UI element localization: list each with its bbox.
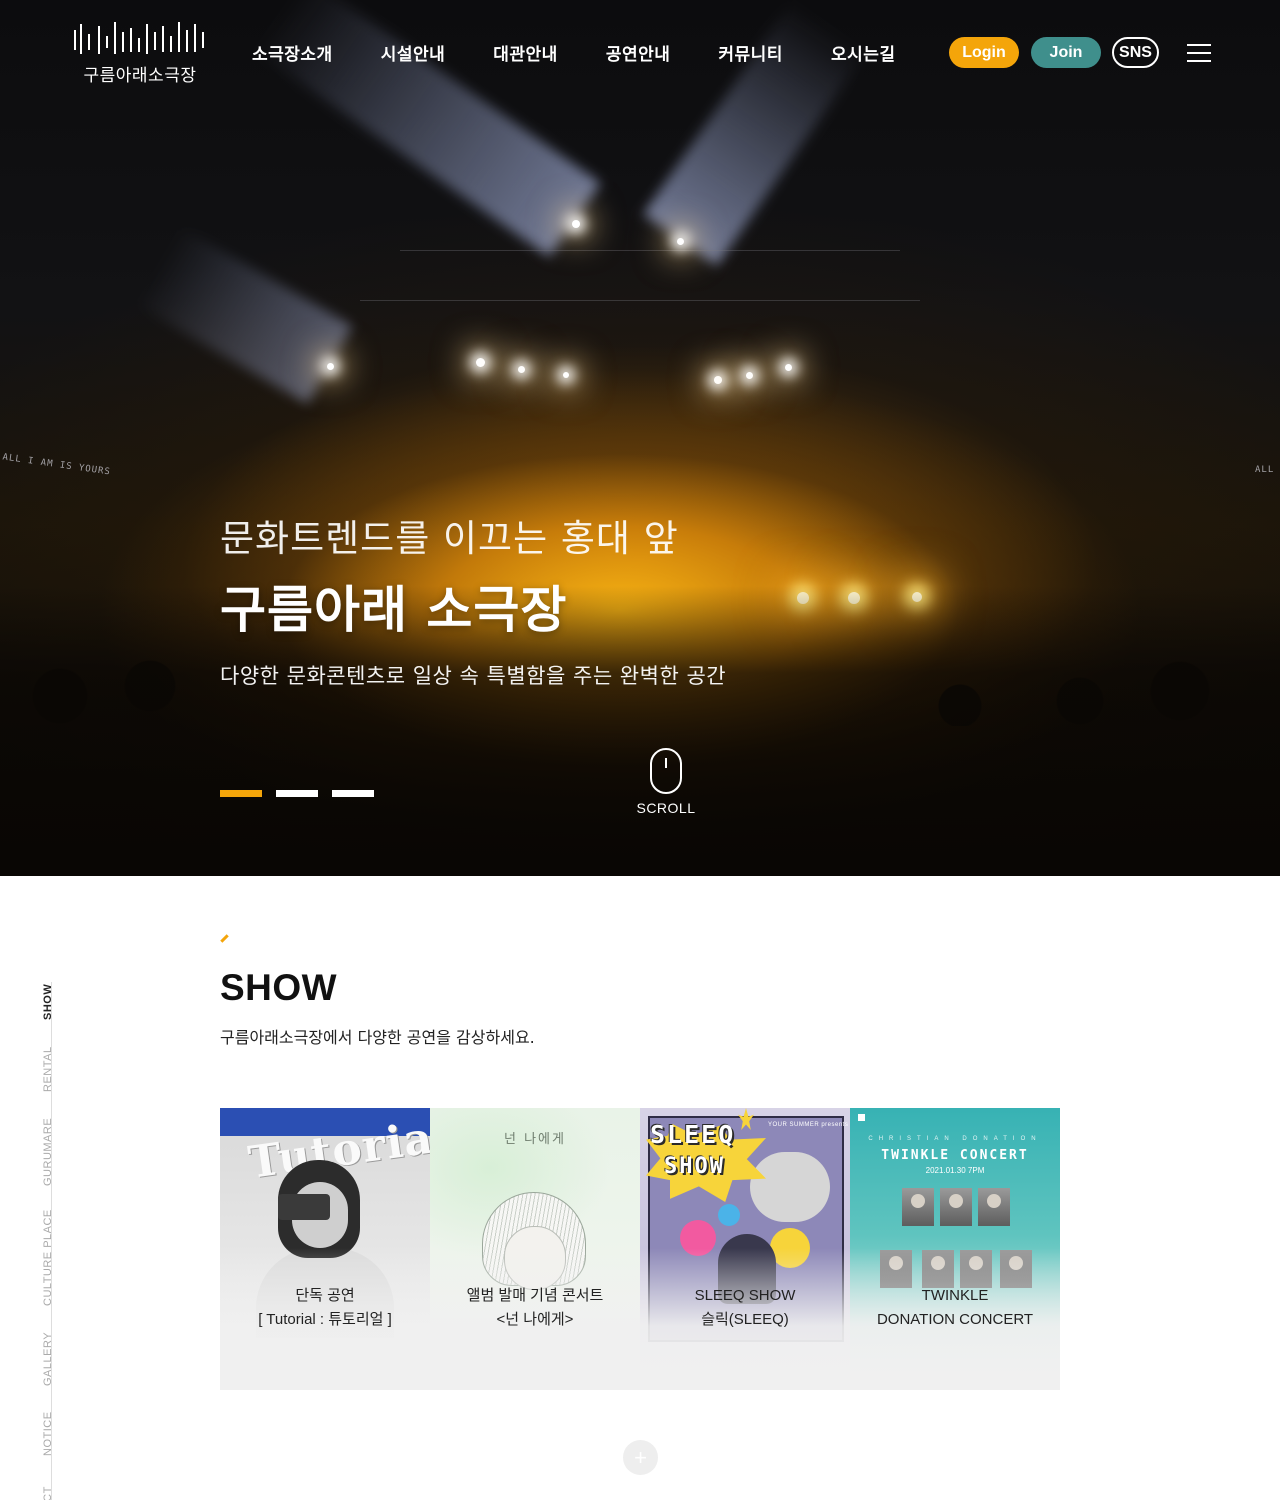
show-card-caption: 단독 공연 [ Tutorial : 튜토리얼 ] (220, 1284, 430, 1332)
performer-photo (902, 1188, 934, 1226)
stage-light (677, 238, 684, 245)
poster-dot (858, 1114, 865, 1121)
sns-button[interactable]: SNS (1112, 37, 1159, 68)
camera-icon (278, 1194, 330, 1220)
poster-tag: YOUR SUMMER presents (768, 1122, 849, 1128)
poster-title: SLEEQ (650, 1120, 736, 1149)
scroll-indicator[interactable]: SCROLL (636, 748, 696, 816)
slide-pager (220, 790, 388, 797)
show-card-line1: 단독 공연 (295, 1287, 355, 1304)
stage-truss (400, 250, 900, 251)
light-beam (254, 0, 601, 257)
slide-dot-2[interactable] (276, 790, 318, 797)
scroll-label: SCROLL (636, 800, 696, 816)
show-card-line2: 슬릭(SLEEQ) (701, 1311, 789, 1328)
stage-truss (360, 300, 920, 301)
show-card-list: Tutorial 단독 공연 [ Tutorial : 튜토리얼 ] 넌 나에게… (220, 1108, 1060, 1390)
show-card-caption: 앨범 발매 기념 콘서트 <넌 나에게> (430, 1284, 640, 1332)
stage-light (476, 358, 485, 367)
hero-title: 구름아래 소극장 (220, 581, 568, 639)
show-card[interactable]: SLEEQ SHOW YOUR SUMMER presents SLEEQ SH… (640, 1108, 850, 1390)
show-card-line2: [ Tutorial : 튜토리얼 ] (258, 1311, 392, 1328)
show-card-line1: SLEEQ SHOW (694, 1287, 796, 1304)
stage-light (563, 372, 569, 378)
nav-item-rental[interactable]: 대관안내 (493, 40, 558, 65)
main-nav: 소극장소개 시설안내 대관안내 공연안내 커뮤니티 오시는길 (252, 40, 944, 65)
crowd-shadow (0, 586, 1280, 876)
section-side-nav: SHOW RENTAL GURUMARE CULTURE PLACE GALLE… (28, 982, 58, 1500)
screen-text-left: ALL I AM IS YOURS (1, 452, 112, 478)
hero-banner: ALL I AM IS YOURS ALL (0, 0, 1280, 876)
side-nav-culture-place[interactable]: CULTURE PLACE (42, 1209, 54, 1306)
show-card-line2: DONATION CONCERT (876, 1311, 1034, 1328)
hero-subtitle: 문화트렌드를 이끄는 홍대 앞 (220, 517, 679, 560)
slide-dot-3[interactable] (332, 790, 374, 797)
nav-item-facilities[interactable]: 시설안내 (381, 40, 446, 65)
stage-light (572, 220, 580, 228)
hero-description: 다양한 문화콘텐츠로 일상 속 특별함을 주는 완벽한 공간 (220, 664, 727, 688)
stage-light (327, 363, 334, 370)
section-accent-mark (220, 934, 229, 943)
poster-circle (718, 1204, 740, 1226)
section-title: SHOW (220, 967, 338, 1008)
poster-subtitle: SHOW (664, 1154, 725, 1179)
poster-overline: CHRISTIAN DONATION (868, 1136, 1042, 1142)
nav-item-community[interactable]: 커뮤니티 (718, 40, 783, 65)
show-card[interactable]: Tutorial 단독 공연 [ Tutorial : 튜토리얼 ] (220, 1108, 430, 1390)
stage-light (785, 364, 792, 371)
stage-light (746, 372, 753, 379)
nav-item-theater-intro[interactable]: 소극장소개 (252, 40, 333, 65)
login-button[interactable]: Login (949, 37, 1019, 68)
performer-photo (978, 1188, 1010, 1226)
poster-title: TWINKLE CONCERT (881, 1148, 1029, 1163)
show-card[interactable]: CHRISTIAN DONATION TWINKLE CONCERT 2021.… (850, 1108, 1060, 1390)
nav-item-directions[interactable]: 오시는길 (831, 40, 896, 65)
show-card-caption: TWINKLE DONATION CONCERT (850, 1284, 1060, 1332)
hamburger-menu-icon[interactable] (1187, 44, 1211, 62)
stage-light (714, 376, 722, 384)
logo-mark-icon (72, 20, 206, 56)
screen-text-right: ALL (1255, 465, 1275, 475)
side-nav-gurumare[interactable]: GURUMARE (42, 1118, 54, 1186)
side-nav-notice[interactable]: NOTICE (42, 1411, 54, 1456)
poster-date: 2021.01.30 7PM (925, 1166, 985, 1175)
show-card[interactable]: 넌 나에게 앨범 발매 기념 콘서트 <넌 나에게> (430, 1108, 640, 1390)
poster-title: 넌 나에게 (504, 1132, 566, 1147)
poster-cloud (750, 1152, 830, 1222)
join-button[interactable]: Join (1031, 37, 1101, 68)
show-card-line2: <넌 나에게> (496, 1311, 574, 1328)
side-nav-rental[interactable]: RENTAL (42, 1046, 54, 1092)
slide-dot-1[interactable] (220, 790, 262, 797)
section-description: 구름아래소극장에서 다양한 공연을 감상하세요. (220, 1028, 535, 1047)
show-card-caption: SLEEQ SHOW 슬릭(SLEEQ) (640, 1284, 850, 1332)
show-card-line1: TWINKLE (921, 1287, 989, 1304)
logo-text: 구름아래소극장 (83, 66, 197, 86)
side-nav-show[interactable]: SHOW (42, 984, 54, 1020)
nav-item-performances[interactable]: 공연안내 (606, 40, 671, 65)
performer-photo (940, 1188, 972, 1226)
show-card-line1: 앨범 발매 기념 콘서트 (466, 1287, 604, 1304)
stage-light (518, 366, 525, 373)
mouse-icon (650, 748, 682, 794)
side-nav-gallery[interactable]: GALLERY (42, 1332, 54, 1386)
side-nav-contact[interactable]: CONTACT (42, 1486, 54, 1500)
light-beam (134, 226, 353, 404)
site-logo[interactable]: 구름아래소극장 (72, 20, 206, 86)
plus-icon[interactable]: + (623, 1440, 658, 1475)
